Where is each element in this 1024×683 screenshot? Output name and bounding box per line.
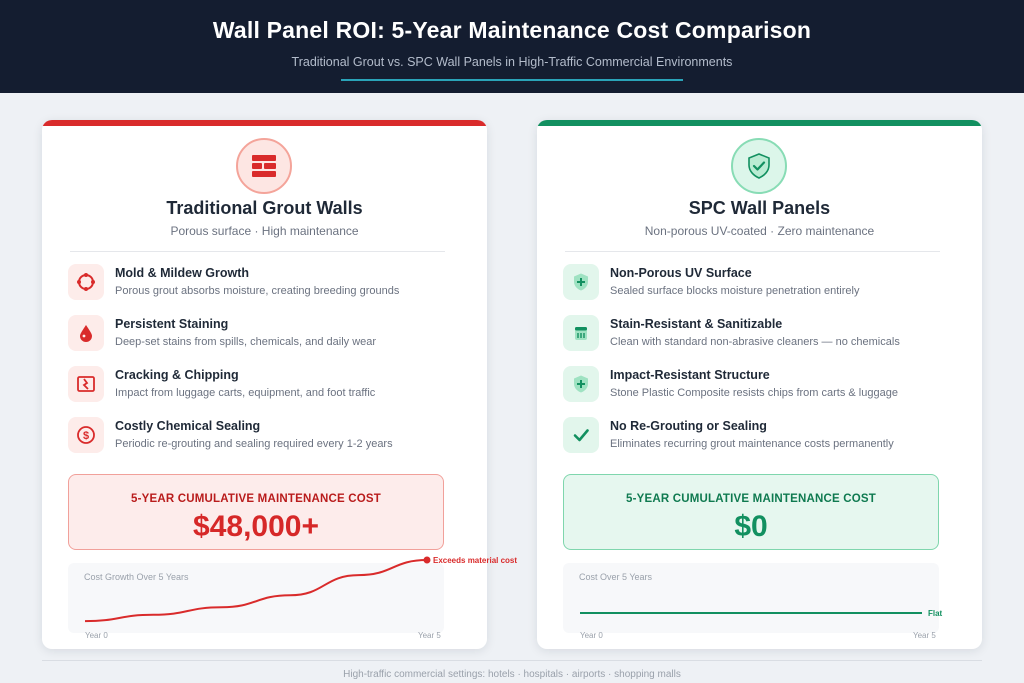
- end-point-marker: [423, 556, 431, 564]
- cost-charts: Exceeds material cost Flat: [84, 556, 943, 623]
- chart-annotation: Flat: [928, 609, 943, 618]
- footer-note: High-traffic commercial settings: hotels…: [343, 669, 681, 680]
- series-line-grout: [84, 559, 428, 623]
- chart-annotation: Exceeds material cost: [433, 556, 517, 565]
- footer-divider: [42, 660, 982, 661]
